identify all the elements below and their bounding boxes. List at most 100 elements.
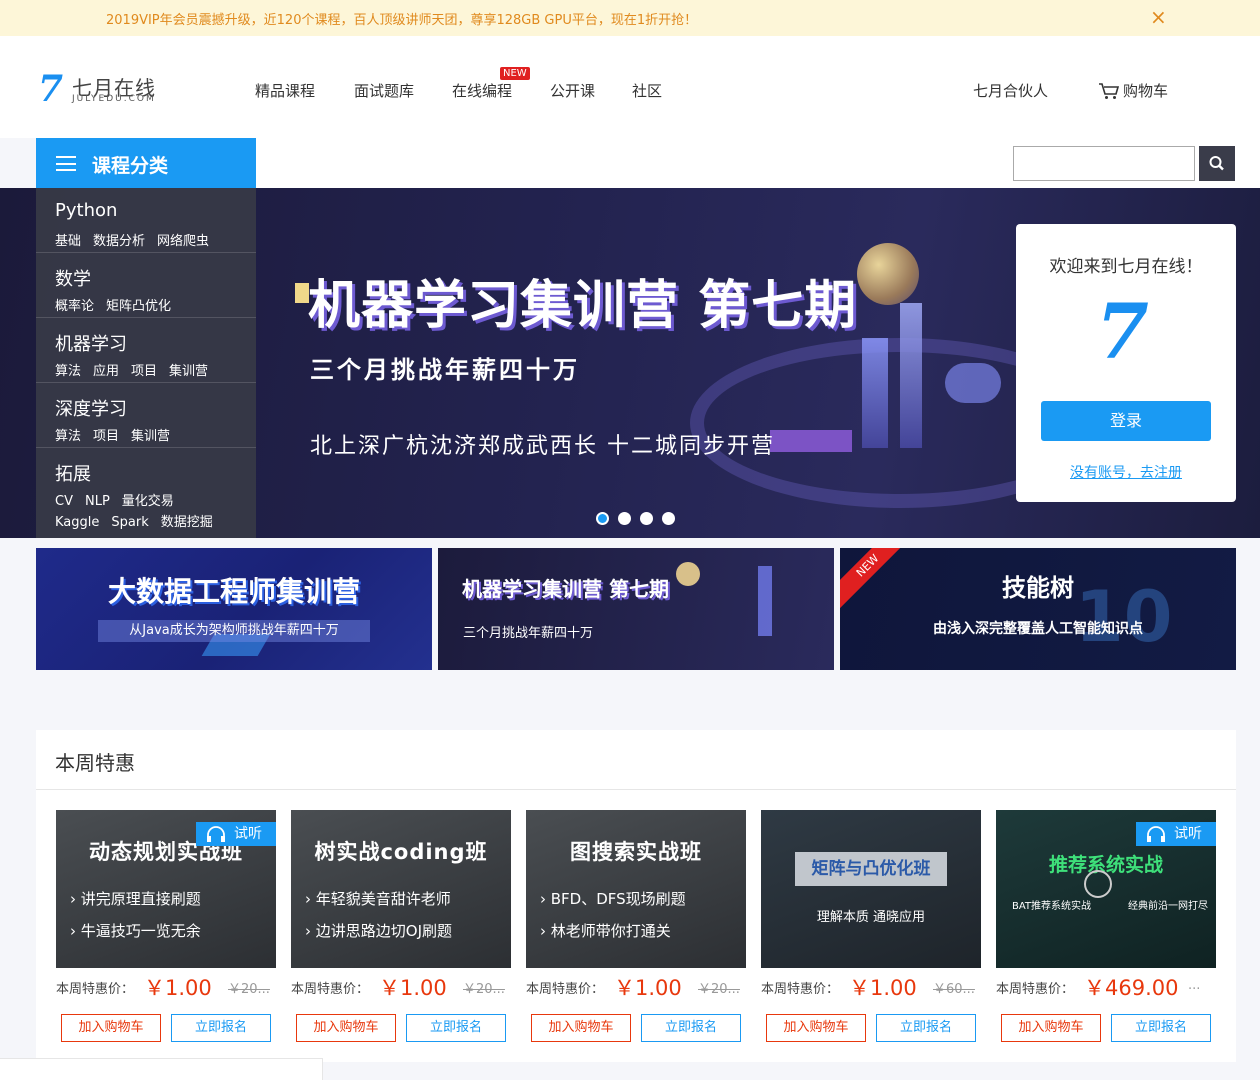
course-thumbnail[interactable]: 推荐系统实战 BAT推荐系统实战 经典前沿一网打尽 试听 [996, 810, 1216, 968]
banner-ml-camp[interactable]: 机器学习集训营 第七期 三个月挑战年薪四十万 [438, 548, 834, 670]
search-input[interactable] [1013, 146, 1195, 181]
add-to-cart-button[interactable]: 加入购物车 [1001, 1014, 1101, 1042]
category-python[interactable]: Python 基础 数据分析 网络爬虫 [36, 188, 256, 253]
course-title: 图搜索实战班 [570, 840, 702, 864]
add-to-cart-button[interactable]: 加入购物车 [766, 1014, 866, 1042]
original-price: ￥20... [228, 982, 270, 997]
menu-icon [56, 156, 76, 171]
headphone-icon [1147, 826, 1165, 842]
close-icon[interactable]: × [1150, 6, 1167, 28]
category-sub[interactable]: 概率论 [55, 299, 94, 314]
category-sub[interactable]: 集训营 [131, 429, 170, 444]
category-menu-button[interactable]: 课程分类 [36, 138, 256, 188]
price-label: 本周特惠价： [761, 982, 840, 997]
category-name[interactable]: 深度学习 [55, 395, 127, 421]
category-sub[interactable]: 算法 [55, 364, 81, 379]
course-card: 动态规划实战班 › 讲完原理直接刷题 › 牛逼技巧一览无余 试听 本周特惠价： … [56, 810, 276, 1042]
category-sub[interactable]: 数据分析 [93, 234, 145, 249]
enroll-button[interactable]: 立即报名 [1111, 1014, 1211, 1042]
carousel-dot-1[interactable] [596, 512, 609, 525]
category-name[interactable]: Python [55, 200, 117, 221]
banner-bigdata[interactable]: 大数据工程师集训营 从Java成长为架构师挑战年薪四十万 [36, 548, 432, 670]
search-button[interactable] [1199, 146, 1235, 181]
course-tagline: 经典前沿一网打尽 [1128, 901, 1208, 912]
cart-link[interactable]: 购物车 [1123, 80, 1168, 101]
nav-item-community[interactable]: 社区 [632, 80, 662, 101]
nav-item-open-courses[interactable]: 公开课 [550, 80, 595, 101]
course-thumbnail[interactable]: 树实战coding班 › 年轻貌美音甜许老师 › 边讲思路边切OJ刷题 [291, 810, 511, 968]
price-label: 本周特惠价： [56, 982, 135, 997]
enroll-button[interactable]: 立即报名 [171, 1014, 271, 1042]
cart-icon[interactable] [1098, 82, 1120, 100]
enroll-button[interactable]: 立即报名 [406, 1014, 506, 1042]
bottom-bar [0, 1058, 323, 1080]
category-sub[interactable]: 网络爬虫 [157, 234, 209, 249]
category-sub[interactable]: Spark [111, 515, 148, 530]
nav-item-coding[interactable]: 在线编程 [452, 80, 512, 101]
add-to-cart-button[interactable]: 加入购物车 [296, 1014, 396, 1042]
hero-accent-bar [295, 283, 309, 303]
course-point: › 林老师带你打通关 [540, 922, 671, 940]
add-to-cart-button[interactable]: 加入购物车 [61, 1014, 161, 1042]
site-header: 7 七月在线 JULYEDU.COM 精品课程 面试题库 在线编程 NEW 公开… [0, 36, 1260, 138]
banner-title: 技能树 [1002, 574, 1074, 602]
course-thumbnail[interactable]: 矩阵与凸优化班 理解本质 通晓应用 [761, 810, 981, 968]
category-extension[interactable]: 拓展 CV NLP 量化交易 Kaggle Spark 数据挖掘 [36, 448, 256, 538]
hero-subtitle: 三个月挑战年薪四十万 [310, 356, 580, 384]
category-name[interactable]: 数学 [55, 265, 91, 291]
section-title: 本周特惠 [55, 751, 135, 775]
nav-item-courses[interactable]: 精品课程 [255, 80, 315, 101]
trial-tag[interactable]: 试听 [1136, 822, 1216, 846]
course-card: 树实战coding班 › 年轻貌美音甜许老师 › 边讲思路边切OJ刷题 本周特惠… [291, 810, 511, 1042]
course-thumbnail[interactable]: 动态规划实战班 › 讲完原理直接刷题 › 牛逼技巧一览无余 试听 [56, 810, 276, 968]
category-sub[interactable]: 项目 [131, 364, 157, 379]
carousel-dot-4[interactable] [662, 512, 675, 525]
announcement-text[interactable]: 2019VIP年会员震撼升级，近120个课程，百人顶级讲师天团，尊享128GB … [106, 9, 697, 28]
category-sub[interactable]: 集训营 [169, 364, 208, 379]
enroll-button[interactable]: 立即报名 [876, 1014, 976, 1042]
site-logo[interactable]: 7 七月在线 JULYEDU.COM [38, 68, 168, 110]
category-name[interactable]: 机器学习 [55, 330, 127, 356]
course-thumbnail[interactable]: 图搜索实战班 › BFD、DFS现场刷题 › 林老师带你打通关 [526, 810, 746, 968]
carousel-dot-3[interactable] [640, 512, 653, 525]
category-machine-learning[interactable]: 机器学习 算法 应用 项目 集训营 [36, 318, 256, 383]
nav-item-interview[interactable]: 面试题库 [354, 80, 414, 101]
deal-price: ￥1.00 [144, 976, 212, 1000]
course-title: 矩阵与凸优化班 [795, 852, 947, 886]
trial-tag[interactable]: 试听 [196, 822, 276, 846]
login-button[interactable]: 登录 [1041, 401, 1211, 441]
banner-title: 机器学习集训营 第七期 [462, 577, 669, 601]
price-label: 本周特惠价： [526, 982, 605, 997]
category-name[interactable]: 拓展 [55, 460, 91, 486]
banner-skill-tree[interactable]: 10 NEW 技能树 由浅入深完整覆盖人工智能知识点 [840, 548, 1236, 670]
hero-title: 机器学习集训营 第七期 [308, 276, 858, 336]
course-card: 矩阵与凸优化班 理解本质 通晓应用 本周特惠价： ￥1.00 ￥60... 加入… [761, 810, 981, 1042]
category-sub[interactable]: Kaggle [55, 515, 99, 530]
category-sub[interactable]: CV [55, 494, 73, 509]
category-sub[interactable]: 量化交易 [122, 494, 174, 509]
category-sub[interactable]: 算法 [55, 429, 81, 444]
category-sub[interactable]: 矩阵凸优化 [106, 299, 171, 314]
category-math[interactable]: 数学 概率论 矩阵凸优化 [36, 253, 256, 318]
category-deep-learning[interactable]: 深度学习 算法 项目 集训营 [36, 383, 256, 448]
play-icon[interactable] [1084, 870, 1112, 898]
partner-link[interactable]: 七月合伙人 [973, 80, 1048, 101]
add-to-cart-button[interactable]: 加入购物车 [531, 1014, 631, 1042]
deal-price: ￥1.00 [614, 976, 682, 1000]
new-badge: NEW [500, 67, 530, 80]
hero-cloud-graphic [945, 363, 1001, 403]
category-sub[interactable]: 应用 [93, 364, 119, 379]
category-sub[interactable]: 数据挖掘 [161, 515, 213, 530]
carousel-dot-2[interactable] [618, 512, 631, 525]
trial-label: 试听 [234, 826, 262, 842]
category-sub[interactable]: 项目 [93, 429, 119, 444]
register-link[interactable]: 没有账号，去注册 [1016, 462, 1236, 482]
course-card: 图搜索实战班 › BFD、DFS现场刷题 › 林老师带你打通关 本周特惠价： ￥… [526, 810, 746, 1042]
course-point: › 牛逼技巧一览无余 [70, 922, 201, 940]
category-sidebar: Python 基础 数据分析 网络爬虫 数学 概率论 矩阵凸优化 机器学习 算法 应用项… [36, 188, 256, 538]
deal-price: ￥469.00 [1084, 976, 1179, 1000]
enroll-button[interactable]: 立即报名 [641, 1014, 741, 1042]
category-sub[interactable]: 基础 [55, 234, 81, 249]
category-sub[interactable]: NLP [85, 494, 110, 509]
hero-tower-graphic [900, 303, 922, 448]
